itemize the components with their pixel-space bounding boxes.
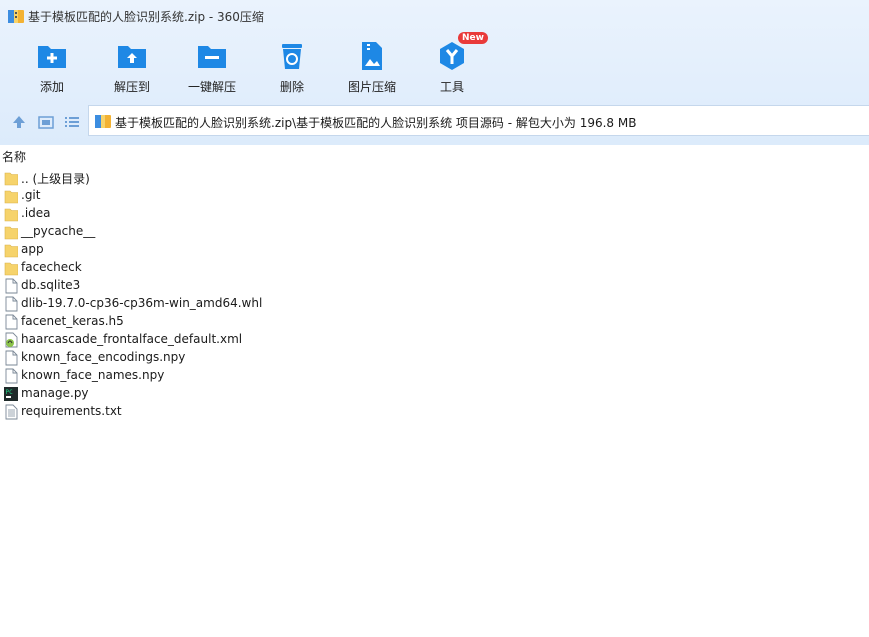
list-view-icon[interactable] xyxy=(63,113,81,131)
folder-icon xyxy=(4,262,18,276)
file-row[interactable]: requirements.txt xyxy=(0,403,400,421)
one-click-extract-label: 一键解压 xyxy=(187,80,236,94)
up-arrow-icon[interactable] xyxy=(10,113,28,131)
file-name: .idea xyxy=(21,206,51,220)
file-name: haarcascade_frontalface_default.xml xyxy=(21,332,243,346)
xml-file-icon xyxy=(5,332,18,348)
tools-button[interactable]: New 工具 xyxy=(412,32,492,98)
add-label: 添加 xyxy=(39,80,64,94)
name-column-header[interactable]: 名称 xyxy=(2,148,26,165)
file-row[interactable]: known_face_encodings.npy xyxy=(0,349,400,367)
file-name: .. (上级目录) xyxy=(21,172,90,186)
pycharm-file-icon: PC xyxy=(4,387,18,401)
folder-icon xyxy=(4,208,18,222)
file-row[interactable]: facecheck xyxy=(0,259,400,277)
file-icon xyxy=(5,296,18,312)
file-name: db.sqlite3 xyxy=(21,278,81,292)
add-archive-icon xyxy=(38,46,66,68)
text-file-icon xyxy=(5,404,18,420)
file-name: .git xyxy=(21,188,41,202)
delete-button[interactable]: 删除 xyxy=(252,36,332,98)
file-name: requirements.txt xyxy=(21,404,122,418)
folder-icon xyxy=(4,226,18,240)
address-path: 基于模板匹配的人脸识别系统.zip\基于模板匹配的人脸识别系统 项目源码 - 解… xyxy=(115,116,637,130)
file-name: facenet_keras.h5 xyxy=(21,314,124,328)
extract-to-icon xyxy=(118,46,146,68)
file-name: known_face_names.npy xyxy=(21,368,165,382)
file-name: manage.py xyxy=(21,386,89,400)
file-row[interactable]: facenet_keras.h5 xyxy=(0,313,400,331)
file-row[interactable]: db.sqlite3 xyxy=(0,277,400,295)
extract-to-label: 解压到 xyxy=(113,80,150,94)
extract-to-button[interactable]: 解压到 xyxy=(92,36,172,98)
file-icon xyxy=(5,350,18,366)
file-icon xyxy=(5,368,18,384)
new-badge: New xyxy=(458,32,488,44)
one-click-extract-button[interactable]: 一键解压 xyxy=(172,36,252,98)
image-compress-label: 图片压缩 xyxy=(347,80,396,94)
image-compress-icon xyxy=(362,42,382,70)
file-row[interactable]: haarcascade_frontalface_default.xml xyxy=(0,331,400,349)
svg-text:PC: PC xyxy=(6,389,14,396)
folder-icon xyxy=(4,190,18,204)
delete-icon xyxy=(282,44,302,69)
archive-icon xyxy=(95,115,111,128)
delete-label: 删除 xyxy=(279,80,304,94)
one-click-extract-icon xyxy=(198,46,226,68)
file-name: known_face_encodings.npy xyxy=(21,350,186,364)
file-row[interactable]: .idea xyxy=(0,205,400,223)
title-bar: 基于模板匹配的人脸识别系统.zip - 360压缩 xyxy=(0,0,869,32)
file-name: __pycache__ xyxy=(21,224,96,238)
file-row[interactable]: PC manage.py xyxy=(0,385,400,403)
add-button[interactable]: 添加 xyxy=(12,36,92,98)
folder-icon xyxy=(4,244,18,258)
folder-icon xyxy=(4,172,18,186)
address-bar[interactable]: 基于模板匹配的人脸识别系统.zip\基于模板匹配的人脸识别系统 项目源码 - 解… xyxy=(88,105,869,136)
file-icon xyxy=(5,314,18,330)
file-row[interactable]: app xyxy=(0,241,400,259)
archive-app-icon xyxy=(8,10,24,23)
tools-icon xyxy=(440,42,464,70)
tools-label: 工具 xyxy=(439,80,464,94)
file-row[interactable]: __pycache__ xyxy=(0,223,400,241)
column-header[interactable]: 名称 xyxy=(0,145,869,165)
thumbnail-view-icon[interactable] xyxy=(37,113,55,131)
file-icon xyxy=(5,278,18,294)
file-row[interactable]: known_face_names.npy xyxy=(0,367,400,385)
file-name: dlib-19.7.0-cp36-cp36m-win_amd64.whl xyxy=(21,296,263,310)
file-row[interactable]: .. (上级目录) xyxy=(0,169,400,187)
file-name: facecheck xyxy=(21,260,82,274)
image-compress-button[interactable]: 图片压缩 xyxy=(332,36,412,98)
file-row[interactable]: dlib-19.7.0-cp36-cp36m-win_amd64.whl xyxy=(0,295,400,313)
toolbar: 添加 解压到 一键解压 删除 图片压缩 New 工具 xyxy=(0,32,869,98)
window-title: 基于模板匹配的人脸识别系统.zip - 360压缩 xyxy=(28,10,264,24)
file-name: app xyxy=(21,242,44,256)
file-row[interactable]: .git xyxy=(0,187,400,205)
top-chrome: 基于模板匹配的人脸识别系统.zip - 360压缩 添加 解压到 一键解压 删除… xyxy=(0,0,869,145)
